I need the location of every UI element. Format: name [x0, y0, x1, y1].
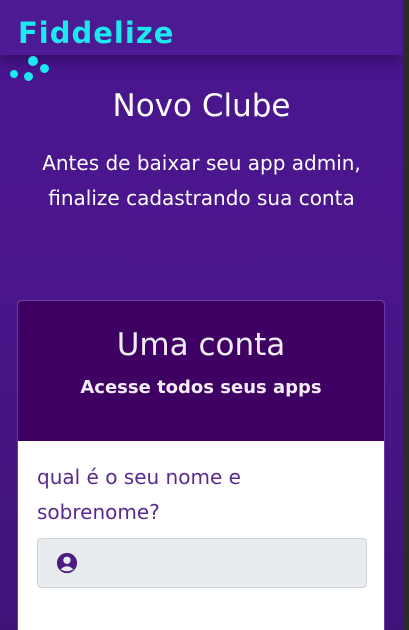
fiddelize-logo[interactable]: Fiddelize [8, 6, 198, 84]
logo-text: Fiddelize [18, 16, 175, 50]
signup-card: Uma conta Acesse todos seus apps qual é … [17, 300, 385, 630]
logo-dot [10, 70, 18, 78]
scrollbar[interactable] [403, 0, 409, 630]
logo-dot [28, 56, 38, 66]
card-title: Uma conta [116, 327, 286, 363]
page-title: Novo Clube [112, 88, 291, 124]
card-subtitle: Acesse todos seus apps [80, 377, 322, 398]
name-input[interactable] [90, 539, 360, 587]
card-header: Uma conta Acesse todos seus apps [18, 301, 384, 441]
user-circle-icon [56, 552, 78, 574]
page: Fiddelize Novo Clube Antes de baixar seu… [0, 0, 403, 630]
name-input-group[interactable] [37, 538, 367, 588]
logo-dot [40, 64, 49, 73]
name-field-label: qual é o seu nome e sobrenome? [37, 465, 241, 524]
page-subtitle: Antes de baixar seu app admin, finalize … [42, 151, 361, 210]
logo-dot [24, 72, 33, 81]
